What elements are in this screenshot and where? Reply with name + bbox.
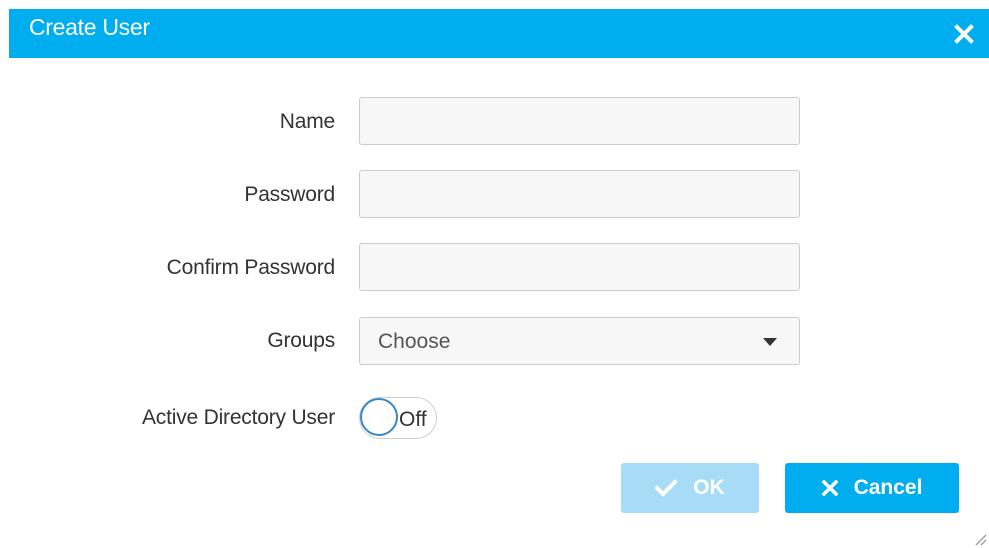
close-icon bbox=[954, 24, 974, 44]
groups-select-value: Choose bbox=[378, 330, 451, 353]
groups-label: Groups bbox=[267, 329, 335, 352]
active-directory-toggle[interactable]: Off bbox=[359, 397, 437, 439]
create-user-dialog: Create User Name Password Confirm Passwo… bbox=[0, 0, 989, 548]
toggle-knob bbox=[360, 398, 398, 436]
password-label: Password bbox=[244, 183, 335, 206]
dialog-close-button[interactable] bbox=[953, 23, 975, 45]
ok-button-label: OK bbox=[693, 476, 725, 499]
ok-button[interactable]: OK bbox=[621, 463, 759, 513]
cancel-button-label: Cancel bbox=[853, 476, 923, 499]
close-icon bbox=[821, 480, 838, 496]
confirm-password-input[interactable] bbox=[359, 243, 800, 291]
cancel-button[interactable]: Cancel bbox=[785, 463, 959, 513]
confirm-password-label: Confirm Password bbox=[166, 256, 336, 279]
name-label: Name bbox=[279, 110, 335, 133]
toggle-state-text: Off bbox=[399, 408, 427, 431]
check-icon bbox=[655, 479, 678, 497]
dialog-title: Create User bbox=[29, 14, 150, 40]
dialog-header: Create User bbox=[9, 9, 989, 58]
password-input[interactable] bbox=[359, 170, 800, 218]
active-directory-label: Active Directory User bbox=[141, 406, 335, 429]
caret-down-icon bbox=[763, 338, 777, 346]
name-input[interactable] bbox=[359, 97, 800, 145]
groups-select[interactable]: Choose bbox=[359, 317, 800, 365]
resize-grip-icon[interactable] bbox=[973, 532, 987, 546]
